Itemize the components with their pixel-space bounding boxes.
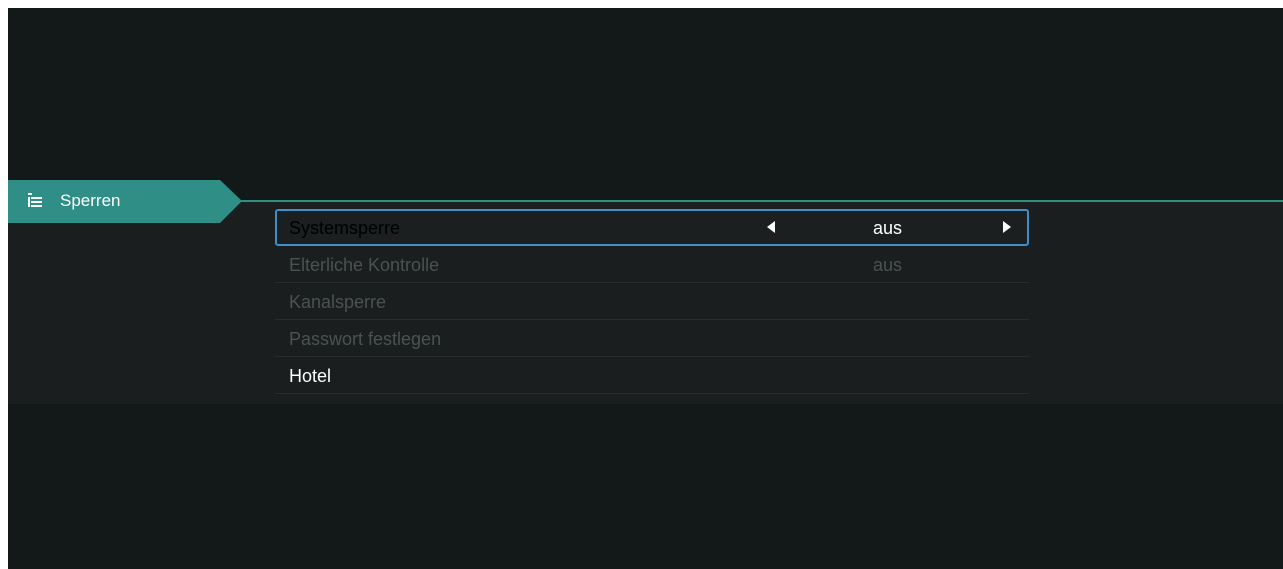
menu-item-value: aus <box>873 255 903 275</box>
menu-item-label: Hotel <box>289 366 332 386</box>
menu-item-label: Kanalsperre <box>289 292 387 312</box>
menu-item-passwort-festlegen[interactable]: Passwort festlegen <box>275 320 1029 357</box>
menu-item-value: aus <box>873 218 903 238</box>
tv-screen: Sperren Systemsperre aus Elterliche Kont… <box>8 8 1283 569</box>
header-divider <box>238 200 1283 202</box>
list-menu-icon <box>28 193 42 209</box>
menu-list: Systemsperre aus Elterliche Kontrolle au… <box>275 209 1029 394</box>
menu-item-label: Passwort festlegen <box>289 329 442 349</box>
section-tab-sperren: Sperren <box>8 180 242 223</box>
menu-item-kanalsperre[interactable]: Kanalsperre <box>275 283 1029 320</box>
menu-item-label: Elterliche Kontrolle <box>289 255 440 275</box>
menu-item-hotel[interactable]: Hotel <box>275 357 1029 394</box>
menu-item-label: Systemsperre <box>289 218 401 238</box>
arrow-left-icon[interactable] <box>767 221 775 233</box>
menu-item-elterliche-kontrolle[interactable]: Elterliche Kontrolle aus <box>275 246 1029 283</box>
menu-item-systemsperre[interactable]: Systemsperre aus <box>275 209 1029 246</box>
section-title: Sperren <box>60 191 121 210</box>
arrow-right-icon[interactable] <box>1003 221 1011 233</box>
